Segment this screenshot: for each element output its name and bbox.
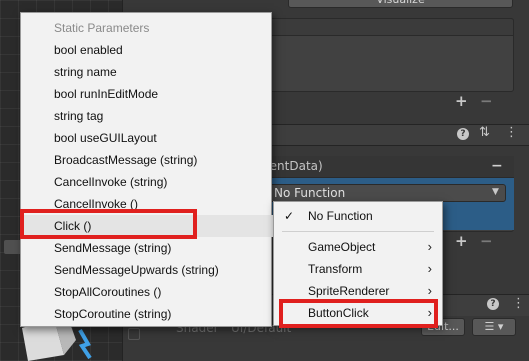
visualize-button[interactable]: Visualize [288,0,513,8]
shader-options-button[interactable]: ☰ ▾ [472,318,516,336]
submenu-item-label: SpriteRenderer [308,284,390,298]
add-element-button[interactable]: + [455,92,468,110]
submenu-item-gameobject[interactable]: GameObject › [274,236,442,258]
submenu-item-label: ButtonClick [308,306,369,320]
chevron-right-icon: › [427,261,432,276]
menu-item-sendmessageupwards[interactable]: SendMessageUpwards (string) [21,259,273,281]
menu-item-bool-runineditmode[interactable]: bool runInEditMode [21,83,273,105]
menu-item-broadcastmessage[interactable]: BroadcastMessage (string) [21,149,273,171]
menu-item-sendmessage[interactable]: SendMessage (string) [21,237,273,259]
menu-item-stopcoroutine[interactable]: StopCoroutine (string) [21,303,273,325]
more-options-icon[interactable]: ⋮ [512,296,525,311]
dropdown-arrow-icon: ▼ [492,187,499,197]
checkmark-icon: ✓ [284,209,295,223]
help-icon[interactable]: ? [457,128,469,140]
menu-item-string-name[interactable]: string name [21,61,273,83]
menu-separator [282,231,434,232]
add-listener-button[interactable]: + [455,232,468,250]
function-context-menu: Static Parameters bool enabled string na… [20,12,273,327]
submenu-item-label: GameObject [308,240,376,254]
help-icon[interactable]: ? [487,298,499,310]
menu-item-cancelinvoke[interactable]: CancelInvoke () [21,193,273,215]
menu-section-static-parameters: Static Parameters [54,21,150,35]
event-header-label: rentData) [265,159,323,173]
submenu-item-spriterenderer[interactable]: SpriteRenderer › [274,280,442,302]
submenu-item-no-function[interactable]: ✓ No Function [274,205,442,227]
more-options-icon[interactable]: ⋮ [505,126,518,140]
submenu-item-label: Transform [308,262,363,276]
remove-listener-button[interactable]: − [480,232,493,250]
menu-item-stopallcoroutines[interactable]: StopAllCoroutines () [21,281,273,303]
menu-item-click[interactable]: Click () [21,215,273,237]
chevron-right-icon: › [427,239,432,254]
menu-item-string-tag[interactable]: string tag [21,105,273,127]
remove-element-button[interactable]: − [480,92,493,110]
menu-item-bool-useguilayout[interactable]: bool useGUILayout [21,127,273,149]
submenu-item-transform[interactable]: Transform › [274,258,442,280]
submenu-item-label: No Function [308,209,373,223]
chevron-right-icon: › [427,305,432,320]
submenu-item-buttonclick[interactable]: ButtonClick › [274,302,442,324]
list-box-header [252,18,514,36]
chevron-right-icon: › [427,283,432,298]
event-remove-button[interactable]: − [491,158,503,174]
menu-item-cancelinvoke-string[interactable]: CancelInvoke (string) [21,171,273,193]
presets-icon[interactable]: ⇅ [479,126,490,139]
component-enabled-checkbox[interactable] [128,328,140,340]
function-dropdown[interactable]: No Function [268,184,506,202]
menu-item-bool-enabled[interactable]: bool enabled [21,39,273,61]
object-context-menu: ✓ No Function GameObject › Transform › S… [273,201,443,326]
